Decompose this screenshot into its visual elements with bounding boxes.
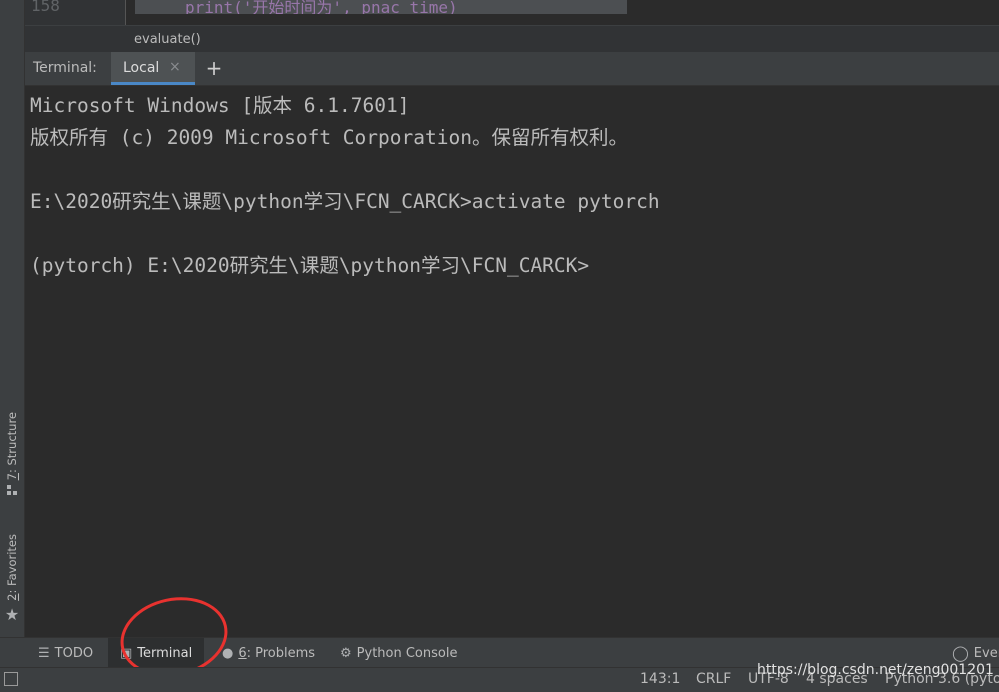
new-tab-button[interactable]: + bbox=[203, 56, 225, 80]
terminal-line: 版权所有 (c) 2009 Microsoft Corporation。保留所有… bbox=[30, 126, 628, 149]
terminal-output[interactable]: Microsoft Windows [版本 6.1.7601] 版权所有 (c)… bbox=[25, 86, 999, 637]
caret-position[interactable]: 143:1 bbox=[640, 671, 680, 687]
list-icon: ☰ bbox=[38, 645, 50, 661]
todo-button[interactable]: ☰ TODO bbox=[30, 638, 101, 668]
problems-icon: ● bbox=[222, 645, 234, 661]
event-log-icon: ◯ bbox=[952, 644, 969, 662]
terminal-icon: ▣ bbox=[120, 645, 133, 661]
python-console-button[interactable]: ⚙ Python Console bbox=[332, 638, 465, 668]
terminal-line: E:\2020研究生\课题\python学习\FCN_CARCK>activat… bbox=[30, 190, 660, 213]
code-line[interactable]: print('开始时间为', pnac_time) bbox=[135, 0, 627, 14]
terminal-header: Terminal: Local × + bbox=[25, 52, 999, 86]
python-icon: ⚙ bbox=[340, 645, 352, 661]
editor-gutter: 158 bbox=[25, 0, 126, 25]
problems-label: : Problems bbox=[246, 645, 316, 661]
left-tool-strip: 7: Structure 2: Favorites ★ bbox=[0, 0, 25, 637]
python-console-label: Python Console bbox=[356, 645, 458, 661]
problems-button[interactable]: ● 6: Problems bbox=[214, 638, 323, 668]
terminal-line: Microsoft Windows [版本 6.1.7601] bbox=[30, 94, 410, 117]
line-separator[interactable]: CRLF bbox=[696, 671, 731, 687]
breadcrumb-bar: evaluate() bbox=[25, 25, 999, 53]
structure-icon bbox=[7, 485, 17, 496]
editor-fragment: 158 print('开始时间为', pnac_time) bbox=[25, 0, 999, 25]
terminal-prompt-line[interactable]: (pytorch) E:\2020研究生\课题\python学习\FCN_CAR… bbox=[30, 250, 999, 282]
line-number: 158 bbox=[31, 0, 60, 15]
toggle-tool-windows-icon[interactable] bbox=[4, 672, 18, 686]
structure-tab[interactable]: 7: Structure bbox=[2, 412, 22, 496]
event-log-label: Even bbox=[973, 645, 999, 661]
close-icon[interactable]: × bbox=[169, 59, 181, 75]
breadcrumb[interactable]: evaluate() bbox=[134, 32, 201, 47]
watermark: https://blog.csdn.net/zeng001201 bbox=[757, 662, 994, 678]
favorites-tab-label: 2: Favorites bbox=[5, 534, 19, 601]
problems-prefix: 6 bbox=[238, 645, 247, 661]
todo-label: TODO bbox=[54, 645, 94, 661]
star-icon: ★ bbox=[4, 604, 20, 624]
favorites-tab[interactable]: 2: Favorites ★ bbox=[2, 534, 22, 624]
terminal-button[interactable]: ▣ Terminal bbox=[108, 638, 205, 668]
terminal-tab-label: Local bbox=[123, 60, 160, 76]
structure-tab-label: 7: Structure bbox=[5, 412, 19, 481]
terminal-title: Terminal: bbox=[33, 60, 97, 76]
terminal-tab-local[interactable]: Local × bbox=[111, 52, 195, 85]
terminal-label: Terminal bbox=[137, 645, 193, 661]
